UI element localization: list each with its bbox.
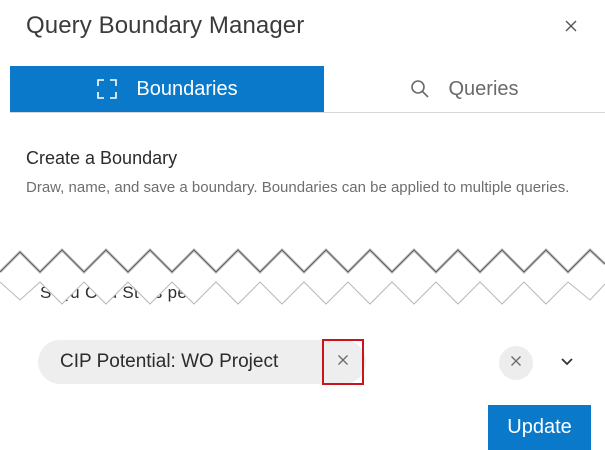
torn-edge-divider <box>0 247 605 305</box>
search-icon <box>410 79 430 99</box>
update-button[interactable]: Update <box>488 405 591 450</box>
tab-boundaries-label: Boundaries <box>136 77 238 100</box>
dialog-close-button[interactable] <box>559 14 583 38</box>
tab-boundaries[interactable]: Boundaries <box>10 66 324 112</box>
tab-queries[interactable]: Queries <box>324 66 605 112</box>
remove-query-button[interactable] <box>322 339 364 385</box>
selected-query-chip-label: CIP Potential: WO Project <box>60 351 279 372</box>
tab-bar: Boundaries Queries <box>10 66 605 113</box>
chevron-down-icon <box>560 354 574 372</box>
query-dropdown-toggle[interactable] <box>558 354 576 372</box>
dialog-header: Query Boundary Manager <box>0 0 605 56</box>
boundary-icon <box>96 78 118 100</box>
close-icon <box>510 354 522 372</box>
create-boundary-description: Draw, name, and save a boundary. Boundar… <box>26 179 570 196</box>
selected-query-chip: CIP Potential: WO Project <box>38 340 366 384</box>
clear-selection-button[interactable] <box>499 346 533 380</box>
create-boundary-title: Create a Boundary <box>26 148 178 168</box>
close-icon <box>337 353 349 371</box>
dialog-title: Query Boundary Manager <box>26 12 305 39</box>
tab-queries-label: Queries <box>448 77 519 100</box>
close-icon <box>564 19 578 33</box>
